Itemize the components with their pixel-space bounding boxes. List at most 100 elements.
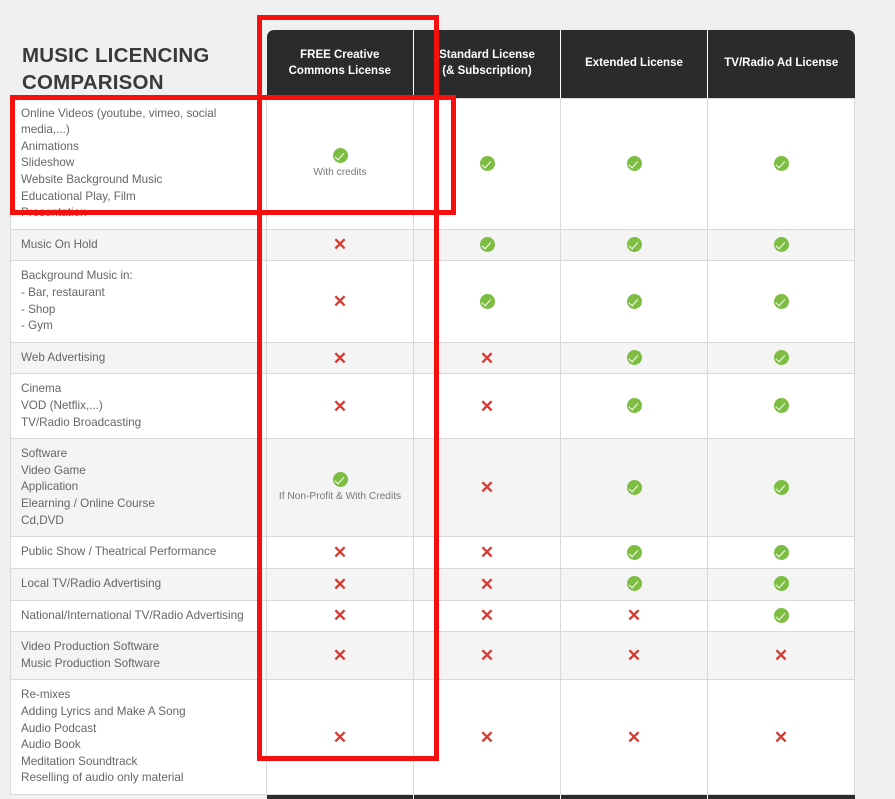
cell-tvradio bbox=[707, 599, 855, 633]
feature-cell: National/International TV/Radio Advertis… bbox=[10, 599, 267, 633]
check-icon bbox=[626, 479, 642, 495]
feature-cell: Public Show / Theatrical Performance bbox=[10, 536, 267, 569]
feature-cell: Cinema VOD (Netflix,...) TV/Radio Broadc… bbox=[10, 373, 267, 440]
cell-free-cc: ✕ bbox=[266, 599, 414, 633]
cross-icon: ✕ bbox=[626, 606, 642, 626]
cell-tvradio bbox=[707, 341, 855, 375]
feature-cell: Software Video Game Application Elearnin… bbox=[10, 438, 267, 538]
cell-extended: ✕ bbox=[560, 599, 708, 633]
table-body: Online Videos (youtube, vimeo, social me… bbox=[10, 97, 855, 795]
check-icon bbox=[626, 350, 642, 366]
check-icon bbox=[773, 398, 789, 414]
cross-icon: ✕ bbox=[626, 646, 642, 666]
check-icon bbox=[479, 237, 495, 253]
table-row: Video Production Software Music Producti… bbox=[10, 631, 855, 681]
cell-free-cc: ✕ bbox=[266, 341, 414, 375]
check-icon bbox=[773, 293, 789, 309]
cell-standard bbox=[413, 97, 561, 230]
cell-tvradio bbox=[707, 260, 855, 343]
check-icon bbox=[332, 148, 348, 164]
column-header-extended[interactable]: Extended License bbox=[560, 30, 708, 98]
cross-icon: ✕ bbox=[479, 396, 495, 416]
feature-cell: Online Videos (youtube, vimeo, social me… bbox=[10, 97, 267, 230]
feature-cell: Music On Hold bbox=[10, 228, 267, 262]
cell-tvradio bbox=[707, 373, 855, 440]
cell-free-cc: ✕ bbox=[266, 373, 414, 440]
cell-tvradio bbox=[707, 438, 855, 538]
table-footer: FREE €34 EUR Per Track €65 EUR Per Track… bbox=[11, 794, 855, 799]
check-icon bbox=[626, 237, 642, 253]
cell-standard: ✕ bbox=[413, 599, 561, 633]
table-row: Cinema VOD (Netflix,...) TV/Radio Broadc… bbox=[10, 373, 855, 440]
table-row: Web Advertising ✕ ✕ bbox=[10, 341, 855, 375]
cross-icon: ✕ bbox=[479, 606, 495, 626]
price-row: FREE €34 EUR Per Track €65 EUR Per Track… bbox=[11, 794, 855, 799]
cell-standard: ✕ bbox=[413, 373, 561, 440]
cross-icon: ✕ bbox=[332, 348, 348, 368]
cross-icon: ✕ bbox=[626, 727, 642, 747]
cross-icon: ✕ bbox=[332, 235, 348, 255]
cell-standard: ✕ bbox=[413, 631, 561, 681]
feature-cell: Local TV/Radio Advertising bbox=[10, 567, 267, 601]
cell-extended: ✕ bbox=[560, 679, 708, 795]
cell-standard: ✕ bbox=[413, 341, 561, 375]
license-comparison-table: FREE Creative Commons License Standard L… bbox=[10, 30, 855, 799]
cell-standard: ✕ bbox=[413, 679, 561, 795]
check-icon bbox=[626, 544, 642, 560]
cell-free-cc: ✕ bbox=[266, 567, 414, 601]
check-icon bbox=[626, 576, 642, 592]
check-icon bbox=[773, 350, 789, 366]
cell-extended bbox=[560, 97, 708, 230]
cross-icon: ✕ bbox=[479, 574, 495, 594]
table-row: Music On Hold ✕ bbox=[10, 228, 855, 262]
cross-icon: ✕ bbox=[332, 727, 348, 747]
cell-free-cc: ✕ bbox=[266, 260, 414, 343]
cell-standard bbox=[413, 228, 561, 262]
header-row: FREE Creative Commons License Standard L… bbox=[11, 30, 855, 98]
price-tvradio[interactable]: €580 EUR Per Track bbox=[707, 794, 855, 799]
check-icon bbox=[773, 576, 789, 592]
comparison-page: MUSIC LICENCING COMPARISON FREE Creative… bbox=[0, 0, 895, 799]
cross-icon: ✕ bbox=[332, 574, 348, 594]
cross-icon: ✕ bbox=[479, 478, 495, 498]
cross-icon: ✕ bbox=[479, 348, 495, 368]
cell-tvradio bbox=[707, 97, 855, 230]
cell-tvradio bbox=[707, 228, 855, 262]
column-header-tvradio[interactable]: TV/Radio Ad License bbox=[707, 30, 855, 98]
check-icon bbox=[626, 398, 642, 414]
check-icon bbox=[479, 293, 495, 309]
table-row: Background Music in: - Bar, restaurant -… bbox=[10, 260, 855, 343]
cell-note: If Non-Profit & With Credits bbox=[278, 491, 402, 503]
cell-extended bbox=[560, 438, 708, 538]
cross-icon: ✕ bbox=[479, 646, 495, 666]
header-blank-cell bbox=[11, 30, 267, 98]
cross-icon: ✕ bbox=[773, 727, 789, 747]
cell-free-cc: ✕ bbox=[266, 631, 414, 681]
cell-free-cc: If Non-Profit & With Credits bbox=[266, 438, 414, 538]
cell-tvradio: ✕ bbox=[707, 679, 855, 795]
cross-icon: ✕ bbox=[332, 396, 348, 416]
feature-cell: Re-mixes Adding Lyrics and Make A Song A… bbox=[10, 679, 267, 795]
cell-extended bbox=[560, 536, 708, 569]
check-icon bbox=[626, 293, 642, 309]
cross-icon: ✕ bbox=[773, 646, 789, 666]
table-row: Online Videos (youtube, vimeo, social me… bbox=[10, 97, 855, 230]
table-row: Re-mixes Adding Lyrics and Make A Song A… bbox=[10, 679, 855, 795]
cell-standard bbox=[413, 260, 561, 343]
cell-tvradio bbox=[707, 536, 855, 569]
cell-extended bbox=[560, 567, 708, 601]
cross-icon: ✕ bbox=[479, 727, 495, 747]
column-header-free-cc[interactable]: FREE Creative Commons License bbox=[266, 30, 414, 98]
check-icon bbox=[773, 607, 789, 623]
table-row: Local TV/Radio Advertising ✕ ✕ bbox=[10, 567, 855, 601]
price-free-cc[interactable]: FREE bbox=[266, 794, 414, 799]
cell-standard: ✕ bbox=[413, 438, 561, 538]
cell-free-cc: ✕ bbox=[266, 228, 414, 262]
price-standard[interactable]: €34 EUR Per Track bbox=[413, 794, 561, 799]
cell-extended bbox=[560, 228, 708, 262]
cross-icon: ✕ bbox=[332, 291, 348, 311]
price-extended[interactable]: €65 EUR Per Track bbox=[560, 794, 708, 799]
column-header-standard[interactable]: Standard License (& Subscription) bbox=[413, 30, 561, 98]
cell-standard: ✕ bbox=[413, 567, 561, 601]
feature-cell: Background Music in: - Bar, restaurant -… bbox=[10, 260, 267, 343]
